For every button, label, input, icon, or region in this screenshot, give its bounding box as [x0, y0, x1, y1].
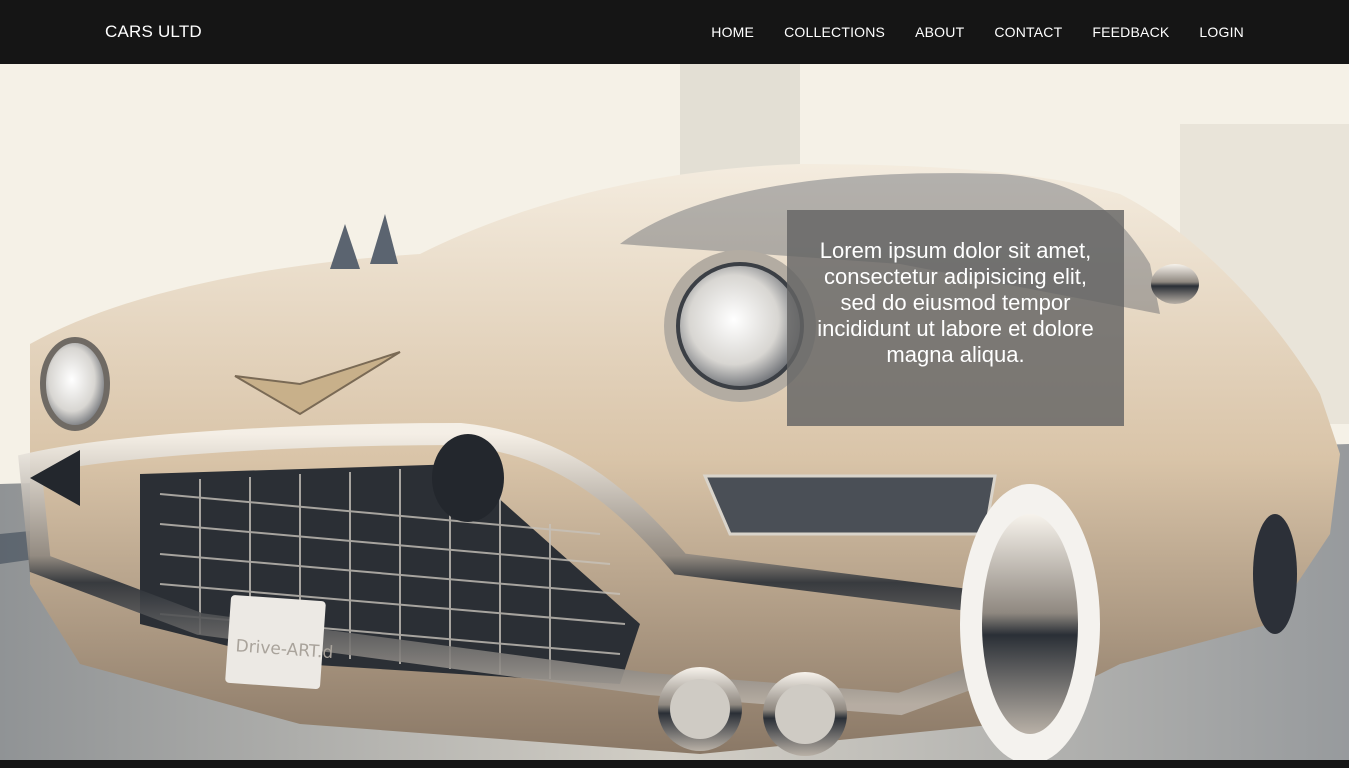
nav-link-home[interactable]: HOME [711, 22, 754, 42]
nav-item-login: LOGIN [1199, 22, 1244, 42]
nav-item-about: ABOUT [915, 22, 964, 42]
nav-link-collections[interactable]: COLLECTIONS [784, 22, 885, 42]
nav-link-contact[interactable]: CONTACT [994, 22, 1062, 42]
hero-caption-text: Lorem ipsum dolor sit amet, consectetur … [817, 238, 1094, 367]
nav-link-login[interactable]: LOGIN [1199, 22, 1244, 42]
hero-caption-box: Lorem ipsum dolor sit amet, consectetur … [787, 210, 1124, 426]
page-bottom-edge [0, 760, 1349, 768]
nav-item-collections: COLLECTIONS [784, 22, 885, 42]
nav-item-feedback: FEEDBACK [1092, 22, 1169, 42]
brand-logo-link[interactable]: CARS ULTD [105, 20, 202, 44]
vintage-car-photo: Drive-ART.d [0, 64, 1349, 760]
nav-menu: HOME COLLECTIONS ABOUT CONTACT FEEDBACK … [681, 0, 1244, 64]
nav-item-contact: CONTACT [994, 22, 1062, 42]
top-navbar: CARS ULTD HOME COLLECTIONS ABOUT CONTACT… [0, 0, 1349, 64]
nav-item-home: HOME [711, 22, 754, 42]
hero-banner: Drive-ART.d Lorem ipsum dolor sit amet, … [0, 64, 1349, 760]
nav-link-about[interactable]: ABOUT [915, 22, 964, 42]
nav-link-feedback[interactable]: FEEDBACK [1092, 22, 1169, 42]
